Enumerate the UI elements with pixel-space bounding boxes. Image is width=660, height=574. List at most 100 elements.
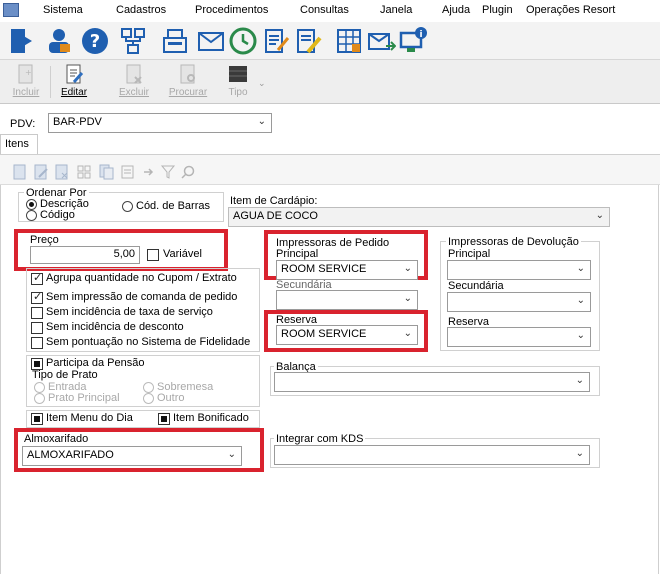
mail-forward-icon[interactable] bbox=[366, 26, 396, 56]
sem-desconto-checkbox[interactable] bbox=[31, 322, 43, 334]
pedido-reserva-select[interactable]: ROOM SERVICE ⌄ bbox=[276, 325, 418, 345]
variavel-checkbox[interactable] bbox=[147, 249, 159, 261]
sem-taxa-checkbox[interactable] bbox=[31, 307, 43, 319]
editar-button[interactable]: Editar bbox=[52, 63, 96, 101]
pdv-value: BAR-PDV bbox=[53, 116, 102, 128]
delete-document-icon bbox=[126, 64, 142, 84]
spreadsheet-icon[interactable] bbox=[334, 26, 364, 56]
devolucao-secundaria-select[interactable]: ⌄ bbox=[447, 292, 591, 312]
balanca-select[interactable]: ⌄ bbox=[274, 372, 590, 392]
new-document-icon: + bbox=[18, 64, 33, 84]
preco-input[interactable]: 5,00 bbox=[30, 246, 140, 264]
tipo-label: Tipo bbox=[228, 87, 248, 98]
incluir-label: Incluir bbox=[12, 87, 40, 98]
grid-refresh-icon[interactable] bbox=[140, 164, 156, 180]
pedido-principal-value: ROOM SERVICE bbox=[281, 263, 367, 275]
panel-right-border bbox=[658, 185, 659, 574]
tipo-button[interactable]: Tipo bbox=[216, 63, 260, 101]
tipo-dropdown-arrow[interactable]: ⌄ bbox=[258, 78, 266, 89]
radio-outro-label: Outro bbox=[157, 392, 185, 404]
item-bonificado-checkbox[interactable] bbox=[158, 413, 170, 425]
pdv-select[interactable]: BAR-PDV ⌄ bbox=[48, 113, 272, 133]
type-grid-icon bbox=[229, 66, 247, 82]
menu-consultas[interactable]: Consultas bbox=[300, 4, 349, 16]
chevron-down-icon: ⌄ bbox=[576, 263, 585, 274]
menu-operacoes-resort[interactable]: Operações Resort bbox=[526, 4, 615, 16]
menu-ajuda[interactable]: Ajuda bbox=[442, 4, 470, 16]
svg-text:i: i bbox=[419, 30, 422, 40]
grid-new-icon[interactable] bbox=[12, 164, 28, 180]
devolucao-reserva-select[interactable]: ⌄ bbox=[447, 327, 591, 347]
sem-impressao-checkbox[interactable] bbox=[31, 290, 43, 304]
radio-outro[interactable] bbox=[143, 393, 154, 404]
filter-icon[interactable] bbox=[160, 164, 176, 180]
chevron-down-icon: ⌄ bbox=[227, 449, 236, 460]
menu-cadastros[interactable]: Cadastros bbox=[116, 4, 166, 16]
menu-sistema[interactable]: Sistema bbox=[43, 4, 83, 16]
almoxarifado-label: Almoxarifado bbox=[24, 433, 89, 445]
report-edit-icon[interactable] bbox=[262, 26, 292, 56]
grid-layout-icon[interactable] bbox=[76, 164, 92, 180]
help-icon[interactable]: ? bbox=[80, 26, 110, 56]
clock-icon[interactable] bbox=[228, 26, 258, 56]
grid-delete-icon[interactable] bbox=[54, 164, 70, 180]
kds-label: Integrar com KDS bbox=[274, 433, 366, 445]
mail-icon[interactable] bbox=[196, 26, 226, 56]
agrupa-checkbox[interactable] bbox=[31, 271, 43, 285]
incluir-button[interactable]: + Incluir bbox=[4, 63, 48, 101]
menu-bar: Sistema Cadastros Procedimentos Consulta… bbox=[0, 0, 660, 22]
edit-document-icon bbox=[66, 64, 84, 84]
svg-text:+: + bbox=[25, 68, 32, 77]
user-icon[interactable] bbox=[44, 26, 74, 56]
radio-prato-principal[interactable] bbox=[34, 393, 45, 404]
procurar-button[interactable]: Procurar bbox=[166, 63, 210, 101]
grid-list-icon[interactable] bbox=[120, 164, 136, 180]
app-icon bbox=[3, 3, 19, 17]
chevron-down-icon: ⌄ bbox=[257, 116, 266, 127]
chevron-down-icon: ⌄ bbox=[595, 210, 604, 221]
radio-entrada[interactable] bbox=[34, 382, 45, 393]
pedido-secundaria-select[interactable]: ⌄ bbox=[276, 290, 418, 310]
impressoras-devolucao-title: Impressoras de Devolução bbox=[446, 236, 581, 248]
radio-descricao[interactable] bbox=[26, 199, 37, 210]
grid-copy-icon[interactable] bbox=[98, 164, 114, 180]
grid-edit-icon[interactable] bbox=[33, 164, 49, 180]
pedido-reserva-value: ROOM SERVICE bbox=[281, 328, 367, 340]
radio-sobremesa[interactable] bbox=[143, 382, 154, 393]
report-yellow-icon[interactable] bbox=[294, 26, 324, 56]
exit-icon[interactable] bbox=[8, 26, 38, 56]
radio-cod-barras[interactable] bbox=[122, 201, 133, 212]
item-cardapio-value: AGUA DE COCO bbox=[233, 210, 318, 222]
devolucao-principal-select[interactable]: ⌄ bbox=[447, 260, 591, 280]
main-toolbar: ? i bbox=[0, 22, 660, 60]
item-menu-dia-checkbox[interactable] bbox=[31, 413, 43, 425]
search-icon[interactable] bbox=[180, 164, 196, 180]
menu-plugin[interactable]: Plugin bbox=[482, 4, 513, 16]
participa-pensao-label: Participa da Pensão bbox=[46, 357, 145, 369]
computer-info-icon[interactable]: i bbox=[398, 26, 428, 56]
menu-janela[interactable]: Janela bbox=[380, 4, 412, 16]
excluir-label: Excluir bbox=[118, 87, 149, 98]
item-cardapio-select[interactable]: AGUA DE COCO ⌄ bbox=[228, 207, 610, 227]
chevron-down-icon: ⌄ bbox=[403, 263, 412, 274]
sem-desconto-label: Sem incidência de desconto bbox=[46, 321, 184, 333]
cash-register-icon[interactable] bbox=[160, 26, 190, 56]
chevron-down-icon: ⌄ bbox=[576, 330, 585, 341]
almoxarifado-value: ALMOXARIFADO bbox=[27, 449, 114, 461]
network-icon[interactable] bbox=[118, 26, 148, 56]
kds-select[interactable]: ⌄ bbox=[274, 445, 590, 465]
editar-label: Editar bbox=[60, 87, 88, 98]
item-menu-dia-label: Item Menu do Dia bbox=[46, 412, 133, 424]
almoxarifado-select[interactable]: ALMOXARIFADO ⌄ bbox=[22, 446, 242, 466]
radio-codigo[interactable] bbox=[26, 210, 37, 221]
pedido-principal-select[interactable]: ROOM SERVICE ⌄ bbox=[276, 260, 418, 280]
svg-text:?: ? bbox=[90, 31, 100, 52]
record-toolbar: + Incluir Editar Excluir Procurar Tipo ⌄ bbox=[0, 60, 660, 104]
sem-pontuacao-checkbox[interactable] bbox=[31, 337, 43, 349]
tab-itens[interactable]: Itens bbox=[0, 134, 38, 154]
preco-label: Preço bbox=[30, 234, 59, 246]
chevron-down-icon: ⌄ bbox=[575, 448, 584, 459]
radio-cod-barras-label: Cód. de Barras bbox=[136, 200, 210, 212]
menu-procedimentos[interactable]: Procedimentos bbox=[195, 4, 268, 16]
excluir-button[interactable]: Excluir bbox=[112, 63, 156, 101]
